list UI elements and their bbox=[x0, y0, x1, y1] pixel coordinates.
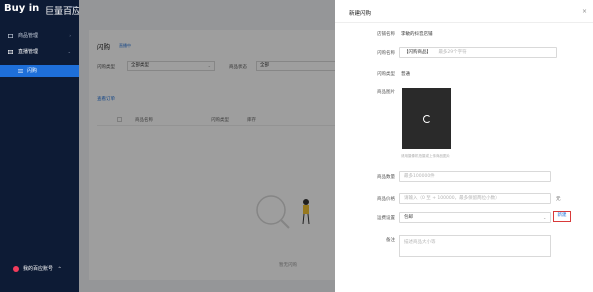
sidebar: Buy in 巨量百应 BETA 商品管理 › 直播管理 ⌄ 闪购 我的百应账号… bbox=[0, 0, 81, 292]
product-name-placeholder: 最多29个字符 bbox=[438, 50, 467, 55]
sidebar-item-label: 商品管理 bbox=[18, 33, 39, 39]
shop-name-value: 李敏的抖音店铺 bbox=[401, 32, 433, 37]
sidebar-item-label: 直播管理 bbox=[18, 49, 39, 55]
sidebar-item-goods[interactable]: 商品管理 › bbox=[0, 30, 79, 42]
sidebar-item-live[interactable]: 直播管理 ⌄ bbox=[0, 46, 79, 58]
live-icon bbox=[8, 50, 13, 54]
sidebar-item-flash-sale[interactable]: 闪购 bbox=[0, 65, 79, 77]
list-icon bbox=[18, 69, 23, 73]
freight-select[interactable]: 包邮 bbox=[399, 212, 551, 223]
remark-placeholder: 描述商品大小等 bbox=[404, 240, 436, 245]
price-placeholder: 请输入（0 至 + 100000，最多保留两位小数） bbox=[404, 196, 500, 201]
chevron-down-icon: ⌄ bbox=[67, 49, 71, 54]
remark-label: 备注 bbox=[386, 238, 395, 243]
create-flash-sale-drawer: 新建闪购 × 店铺名称 李敏的抖音店铺 闪购名称 【闪购商品】 最多29个字符 … bbox=[335, 0, 593, 292]
quantity-label: 商品数量 bbox=[377, 175, 395, 180]
account-label: 我的百应账号 bbox=[23, 266, 54, 272]
new-freight-button[interactable]: 新建 bbox=[553, 211, 571, 222]
image-label: 商品图片 bbox=[377, 90, 395, 95]
remark-textarea[interactable]: 描述商品大小等 bbox=[399, 235, 551, 257]
drawer-title: 新建闪购 bbox=[349, 11, 372, 17]
chevron-down-icon: ⌄ bbox=[543, 215, 547, 220]
sidebar-item-label: 闪购 bbox=[27, 68, 38, 74]
logo: Buy in 巨量百应 BETA bbox=[4, 3, 81, 19]
divider bbox=[335, 22, 593, 23]
logo-beta-tag: BETA bbox=[69, 5, 77, 9]
type-value: 普通 bbox=[401, 72, 410, 77]
loading-spinner-icon bbox=[423, 115, 431, 123]
price-label: 商品价格 bbox=[377, 197, 395, 202]
shop-name-label: 店铺名称 bbox=[377, 32, 395, 37]
type-label: 闪购类型 bbox=[377, 72, 395, 77]
quantity-input[interactable]: 最多100000件 bbox=[399, 171, 551, 182]
product-name-label: 闪购名称 bbox=[377, 51, 395, 56]
avatar bbox=[13, 266, 19, 272]
product-name-value: 【闪购商品】 bbox=[404, 50, 431, 55]
product-image-upload[interactable] bbox=[402, 88, 451, 149]
price-unit: 元 bbox=[556, 197, 561, 202]
quantity-placeholder: 最多100000件 bbox=[404, 174, 435, 179]
product-name-input[interactable]: 【闪购商品】 最多29个字符 bbox=[399, 47, 557, 58]
goods-icon bbox=[8, 34, 13, 38]
price-input[interactable]: 请输入（0 至 + 100000，最多保留两位小数） bbox=[399, 193, 551, 204]
chevron-up-icon: ^ bbox=[58, 266, 62, 271]
close-icon[interactable]: × bbox=[582, 8, 587, 15]
image-hint: 请用摄像机拍摄或上传商品图片 bbox=[401, 154, 450, 158]
logo-text: Buy in bbox=[4, 3, 40, 14]
freight-label: 运费设置 bbox=[377, 216, 395, 221]
modal-overlay[interactable] bbox=[79, 0, 335, 292]
freight-value: 包邮 bbox=[404, 215, 413, 220]
chevron-right-icon: › bbox=[69, 33, 71, 38]
